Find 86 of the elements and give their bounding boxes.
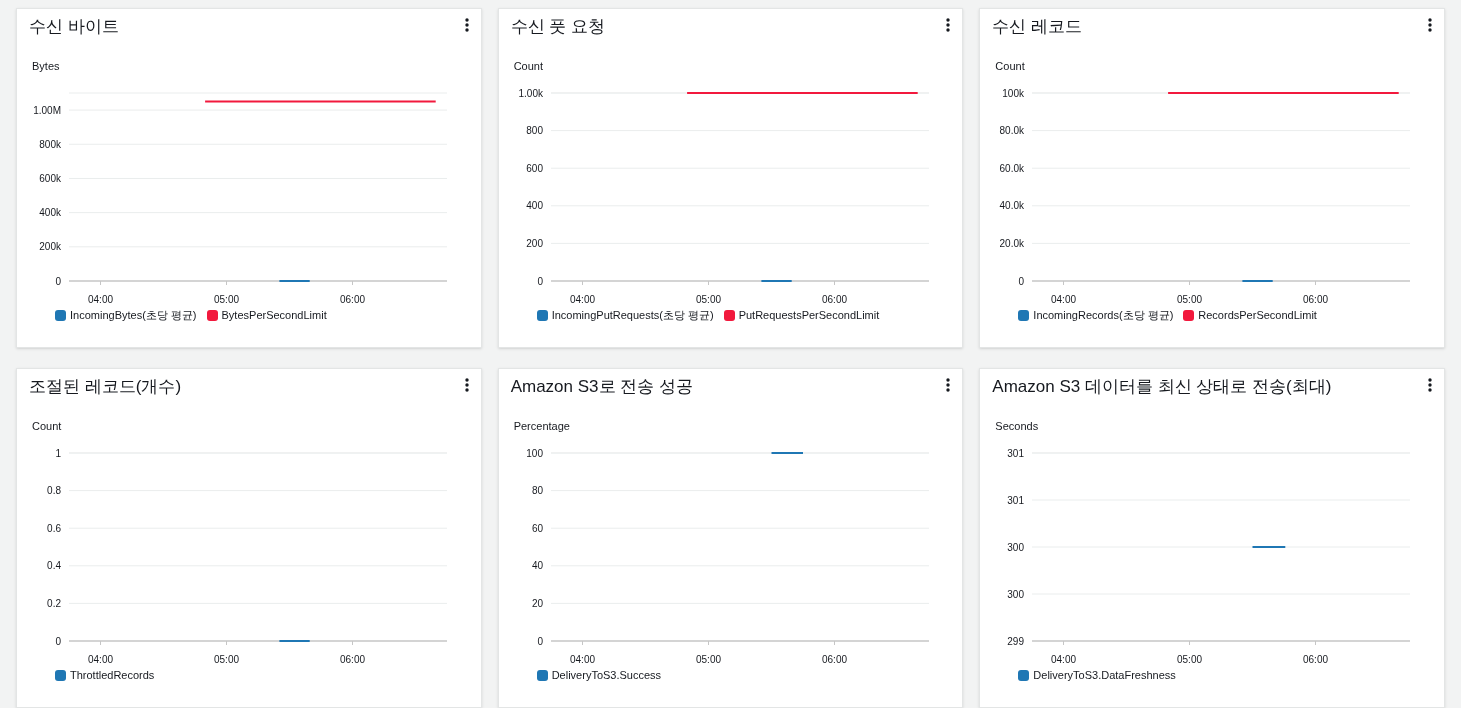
series-line xyxy=(278,280,311,282)
x-tick-label: 05:00 xyxy=(1177,654,1203,665)
x-tick-label: 06:00 xyxy=(821,654,847,665)
y-tick-label: 0 xyxy=(537,275,543,287)
legend-label[interactable]: IncomingRecords(초당 평균) xyxy=(1033,307,1174,324)
y-tick-label: 0 xyxy=(537,635,543,647)
y-tick-label: 100k xyxy=(1002,87,1025,99)
more-options-icon[interactable] xyxy=(1428,18,1432,32)
y-tick-label: 300 xyxy=(1007,588,1025,600)
y-tick-label: 0 xyxy=(55,275,61,287)
y-tick-label: 0.2 xyxy=(47,597,61,609)
x-tick-label: 06:00 xyxy=(340,654,365,665)
y-tick-label: 0.4 xyxy=(47,560,61,572)
y-tick-label: 1 xyxy=(55,447,61,459)
y-tick-label: 301 xyxy=(1007,494,1025,506)
more-options-icon[interactable] xyxy=(464,18,469,32)
chart-title: 수신 바이트 xyxy=(29,16,119,38)
y-tick-label: 80.0k xyxy=(999,125,1025,137)
y-tick-label: 1.00k xyxy=(518,87,543,99)
y-tick-label: 0 xyxy=(55,635,61,647)
y-tick-label: 20 xyxy=(531,597,543,609)
y-tick-label: 800k xyxy=(39,138,61,150)
y-tick-label: 400 xyxy=(525,200,543,212)
legend-label[interactable]: PutRequestsPerSecondLimit xyxy=(738,307,880,324)
x-tick-label: 05:00 xyxy=(214,654,239,665)
y-tick-label: 600k xyxy=(39,172,61,184)
y-tick-label: 20.0k xyxy=(999,237,1025,249)
y-axis-label: Seconds xyxy=(994,419,1040,433)
more-options-icon[interactable] xyxy=(946,18,951,32)
x-tick-label: 05:00 xyxy=(695,294,721,305)
y-tick-label: 200k xyxy=(39,241,61,253)
x-tick-label: 05:00 xyxy=(214,294,239,305)
y-tick-label: 40.0k xyxy=(999,200,1025,212)
y-tick-label: 300 xyxy=(1007,541,1025,553)
legend-label[interactable]: IncomingBytes(초당 평균) xyxy=(70,307,197,324)
legend-label[interactable]: IncomingPutRequests(초당 평균) xyxy=(551,307,714,324)
y-axis-label: Count xyxy=(994,59,1026,73)
legend-label[interactable]: RecordsPerSecondLimit xyxy=(1198,307,1317,324)
y-axis-label: Count xyxy=(512,59,544,73)
y-tick-label: 40 xyxy=(531,560,543,572)
y-axis-label: Count xyxy=(31,419,63,433)
legend-label[interactable]: DeliveryToS3.DataFreshness xyxy=(1033,667,1176,684)
y-tick-label: 60.0k xyxy=(999,162,1025,174)
x-tick-label: 06:00 xyxy=(1303,294,1329,305)
y-tick-label: 400k xyxy=(39,207,61,219)
series-line xyxy=(1251,546,1287,548)
y-tick-label: 0.8 xyxy=(47,485,61,497)
chart-title: 수신 레코드 xyxy=(992,16,1083,38)
more-options-icon[interactable] xyxy=(464,378,469,392)
y-tick-label: 0 xyxy=(1018,275,1025,287)
y-tick-label: 100 xyxy=(525,447,543,459)
x-tick-label: 04:00 xyxy=(569,294,595,305)
more-options-icon[interactable] xyxy=(946,378,951,392)
x-tick-label: 04:00 xyxy=(1051,654,1077,665)
chart-title: Amazon S3 데이터를 최신 상태로 전송(최대) xyxy=(992,376,1332,398)
y-tick-label: 299 xyxy=(1007,635,1025,647)
series-line xyxy=(278,640,311,642)
chart-title: Amazon S3로 전송 성공 xyxy=(510,376,693,398)
x-tick-label: 04:00 xyxy=(569,654,595,665)
y-tick-label: 80 xyxy=(531,485,543,497)
x-tick-label: 05:00 xyxy=(1177,294,1203,305)
y-tick-label: 301 xyxy=(1007,447,1025,459)
y-tick-label: 800 xyxy=(525,125,543,137)
x-tick-label: 06:00 xyxy=(821,294,847,305)
y-tick-label: 0.6 xyxy=(47,522,61,534)
x-tick-label: 06:00 xyxy=(340,294,365,305)
legend-label[interactable]: ThrottledRecords xyxy=(70,667,155,684)
series-line xyxy=(760,280,793,282)
x-tick-label: 04:00 xyxy=(88,654,113,665)
y-axis-label: Bytes xyxy=(31,59,61,73)
y-tick-label: 200 xyxy=(525,237,543,249)
series-line xyxy=(1241,280,1275,282)
x-tick-label: 05:00 xyxy=(695,654,721,665)
chart-title: 수신 풋 요청 xyxy=(510,16,606,38)
legend-label[interactable]: BytesPerSecondLimit xyxy=(221,307,327,324)
legend-label[interactable]: DeliveryToS3.Success xyxy=(551,667,662,684)
series-line xyxy=(770,452,804,454)
x-tick-label: 06:00 xyxy=(1303,654,1329,665)
x-tick-label: 04:00 xyxy=(1051,294,1077,305)
y-tick-label: 600 xyxy=(525,162,543,174)
x-tick-label: 04:00 xyxy=(88,294,113,305)
y-axis-label: Percentage xyxy=(512,419,571,433)
more-options-icon[interactable] xyxy=(1428,378,1432,392)
y-tick-label: 60 xyxy=(531,522,543,534)
y-tick-label: 1.00M xyxy=(33,104,61,116)
chart-title: 조절된 레코드(개수) xyxy=(29,376,182,398)
